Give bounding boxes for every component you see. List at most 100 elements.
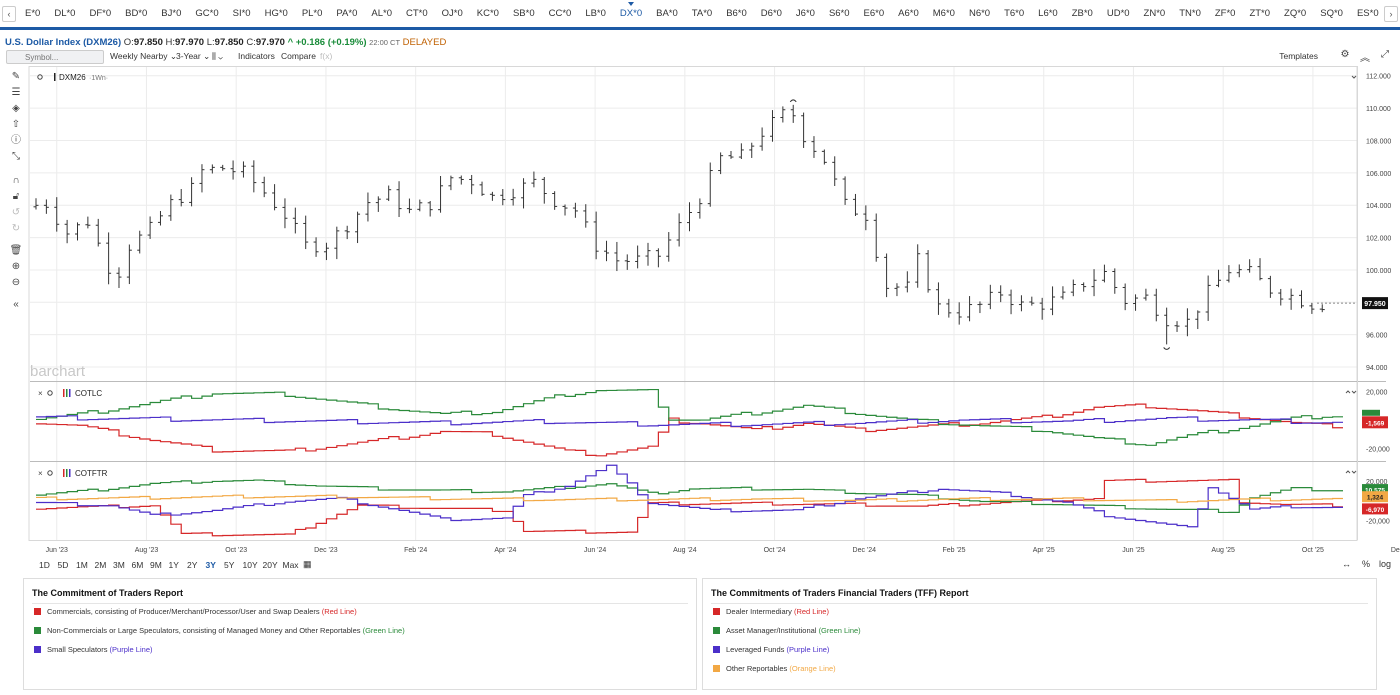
symbol-tab[interactable]: E6*0	[857, 0, 892, 27]
range-button[interactable]: Max	[283, 560, 299, 570]
symbol-tab[interactable]: BD*0	[118, 0, 154, 27]
ohlc-bar	[604, 240, 610, 262]
range-button[interactable]: 1Y	[169, 560, 179, 570]
symbol-tab[interactable]: ZB*0	[1065, 0, 1100, 27]
symbol-tab[interactable]: S6*0	[822, 0, 857, 27]
high-marker	[789, 99, 797, 103]
log-toggle[interactable]: log	[1379, 559, 1391, 569]
symbol-tab[interactable]: SB*0	[506, 0, 542, 27]
symbol-tab[interactable]: ZT*0	[1242, 0, 1277, 27]
symbol-tab[interactable]: GC*0	[188, 0, 225, 27]
symbol-strip: ‹ E*0 DL*0 DF*0 BD*0 BJ*0 GC*0 SI*0 HG*0 PL*0 PA*…	[0, 0, 1400, 30]
symbol-tab[interactable]: KC*0	[470, 0, 506, 27]
symbol-tab[interactable]: N6*0	[962, 0, 997, 27]
percent-toggle[interactable]: %	[1362, 559, 1370, 569]
symbol-tab[interactable]: M6*0	[926, 0, 962, 27]
symbol-tab[interactable]: OJ*0	[435, 0, 470, 27]
range-dropdown[interactable]: 3-Year ⌄	[176, 51, 210, 62]
range-button[interactable]: 20Y	[263, 560, 278, 570]
ohlc-bar	[1174, 321, 1180, 332]
eye-icon	[47, 470, 53, 476]
legend-tag: (Red Line)	[793, 607, 829, 616]
ohlc-bar	[1236, 264, 1242, 278]
y-tick-label: 108.000	[1366, 138, 1391, 145]
panel-move-icon	[1345, 470, 1357, 474]
cot-series-line	[36, 494, 1343, 503]
range-button[interactable]: 10Y	[243, 560, 258, 570]
scroll-right-icon[interactable]: ›	[1384, 6, 1398, 22]
range-button[interactable]: 1D	[39, 560, 50, 570]
symbol-tab[interactable]: A6*0	[891, 0, 926, 27]
fullscreen-icon[interactable]: ⤢	[1378, 49, 1392, 64]
symbol-tab[interactable]: TN*0	[1172, 0, 1208, 27]
ohlc-bar	[707, 162, 713, 207]
range-button[interactable]: 5D	[58, 560, 69, 570]
scroll-left-icon[interactable]: ‹	[2, 6, 16, 22]
ohlc-bar	[1029, 296, 1035, 306]
symbol-tab[interactable]: LB*0	[578, 0, 613, 27]
calendar-icon[interactable]: ▦	[303, 559, 312, 570]
symbol-tab[interactable]: UD*0	[1100, 0, 1137, 27]
delayed-status: DELAYED	[402, 37, 447, 48]
ohlc-bar	[552, 191, 558, 210]
symbol-tab[interactable]: CT*0	[399, 0, 435, 27]
main-panel-sub: ·1Wn·	[89, 75, 108, 82]
symbol-tab[interactable]: SI*0	[226, 0, 258, 27]
symbol-tab[interactable]: TA*0	[685, 0, 719, 27]
ohlc-bar	[469, 174, 475, 195]
symbol-tab[interactable]: BA*0	[649, 0, 685, 27]
symbol-tab[interactable]: DL*0	[47, 0, 82, 27]
range-button[interactable]: 9M	[150, 560, 162, 570]
range-button[interactable]: 3Y	[206, 560, 216, 570]
range-button[interactable]: 3M	[113, 560, 125, 570]
resize-icon[interactable]: ↔	[1342, 559, 1351, 569]
symbol-tab[interactable]: ZQ*0	[1277, 0, 1313, 27]
symbol-tab[interactable]: B6*0	[719, 0, 754, 27]
indicators-button[interactable]: Indicators	[238, 51, 275, 61]
symbol-tab[interactable]: D6*0	[754, 0, 789, 27]
price-chart[interactable]: 112.000 110.000 108.000 106.000 104.000 102.0…	[0, 66, 1400, 556]
range-button[interactable]: 1M	[76, 560, 88, 570]
range-button[interactable]: 2M	[95, 560, 107, 570]
range-button[interactable]: 5Y	[224, 560, 234, 570]
symbol-tab[interactable]: L6*0	[1031, 0, 1065, 27]
grid-lines	[30, 66, 1357, 540]
ohlc-bar	[884, 253, 890, 298]
symbol-tab[interactable]: HG*0	[258, 0, 295, 27]
symbol-search-input[interactable]	[6, 50, 104, 64]
gear-icon[interactable]: ⚙	[1338, 49, 1352, 64]
instrument-title[interactable]: U.S. Dollar Index (DXM26)	[5, 37, 121, 48]
last-price-label: 97.950	[1364, 301, 1386, 308]
y-tick-label: 102.000	[1366, 236, 1391, 243]
function-button[interactable]: f(x)	[320, 51, 332, 61]
symbol-tab[interactable]: AL*0	[364, 0, 399, 27]
symbol-tab[interactable]: CC*0	[542, 0, 579, 27]
compare-button[interactable]: Compare	[281, 51, 316, 61]
symbol-tab[interactable]: ZF*0	[1208, 0, 1243, 27]
close-icon: ×	[38, 389, 43, 398]
symbol-tab[interactable]: J6*0	[789, 0, 822, 27]
templates-button[interactable]: Templates	[1279, 51, 1318, 61]
period-dropdown[interactable]: Weekly Nearby ⌄	[110, 51, 177, 62]
symbol-tab[interactable]: E*0	[18, 0, 47, 27]
ohlc-bar	[832, 156, 838, 187]
period-label: Weekly Nearby	[110, 51, 168, 61]
symbol-tab[interactable]: DX*0	[613, 0, 649, 27]
symbol-tab[interactable]: SQ*0	[1313, 0, 1350, 27]
symbol-tab[interactable]: PL*0	[295, 0, 330, 27]
symbol-tab[interactable]: BJ*0	[154, 0, 188, 27]
symbol-tab[interactable]: PA*0	[329, 0, 364, 27]
ohlc-bar	[821, 149, 827, 165]
symbol-tab[interactable]: DF*0	[82, 0, 118, 27]
range-button[interactable]: 2Y	[187, 560, 197, 570]
ohlc-bar	[95, 218, 101, 247]
collapse-up-icon[interactable]: ︽	[1358, 49, 1372, 64]
range-button[interactable]: 6M	[132, 560, 144, 570]
ohlc-bar	[593, 211, 599, 260]
chart-type-dropdown[interactable]: ⫼ ⌄	[212, 51, 223, 62]
symbol-tab[interactable]: ZN*0	[1137, 0, 1173, 27]
symbol-tab[interactable]: ES*0	[1350, 0, 1382, 27]
x-tick-label: Oct '25	[1302, 547, 1324, 554]
x-tick-label: Feb '24	[404, 547, 427, 554]
symbol-tab[interactable]: T6*0	[997, 0, 1031, 27]
